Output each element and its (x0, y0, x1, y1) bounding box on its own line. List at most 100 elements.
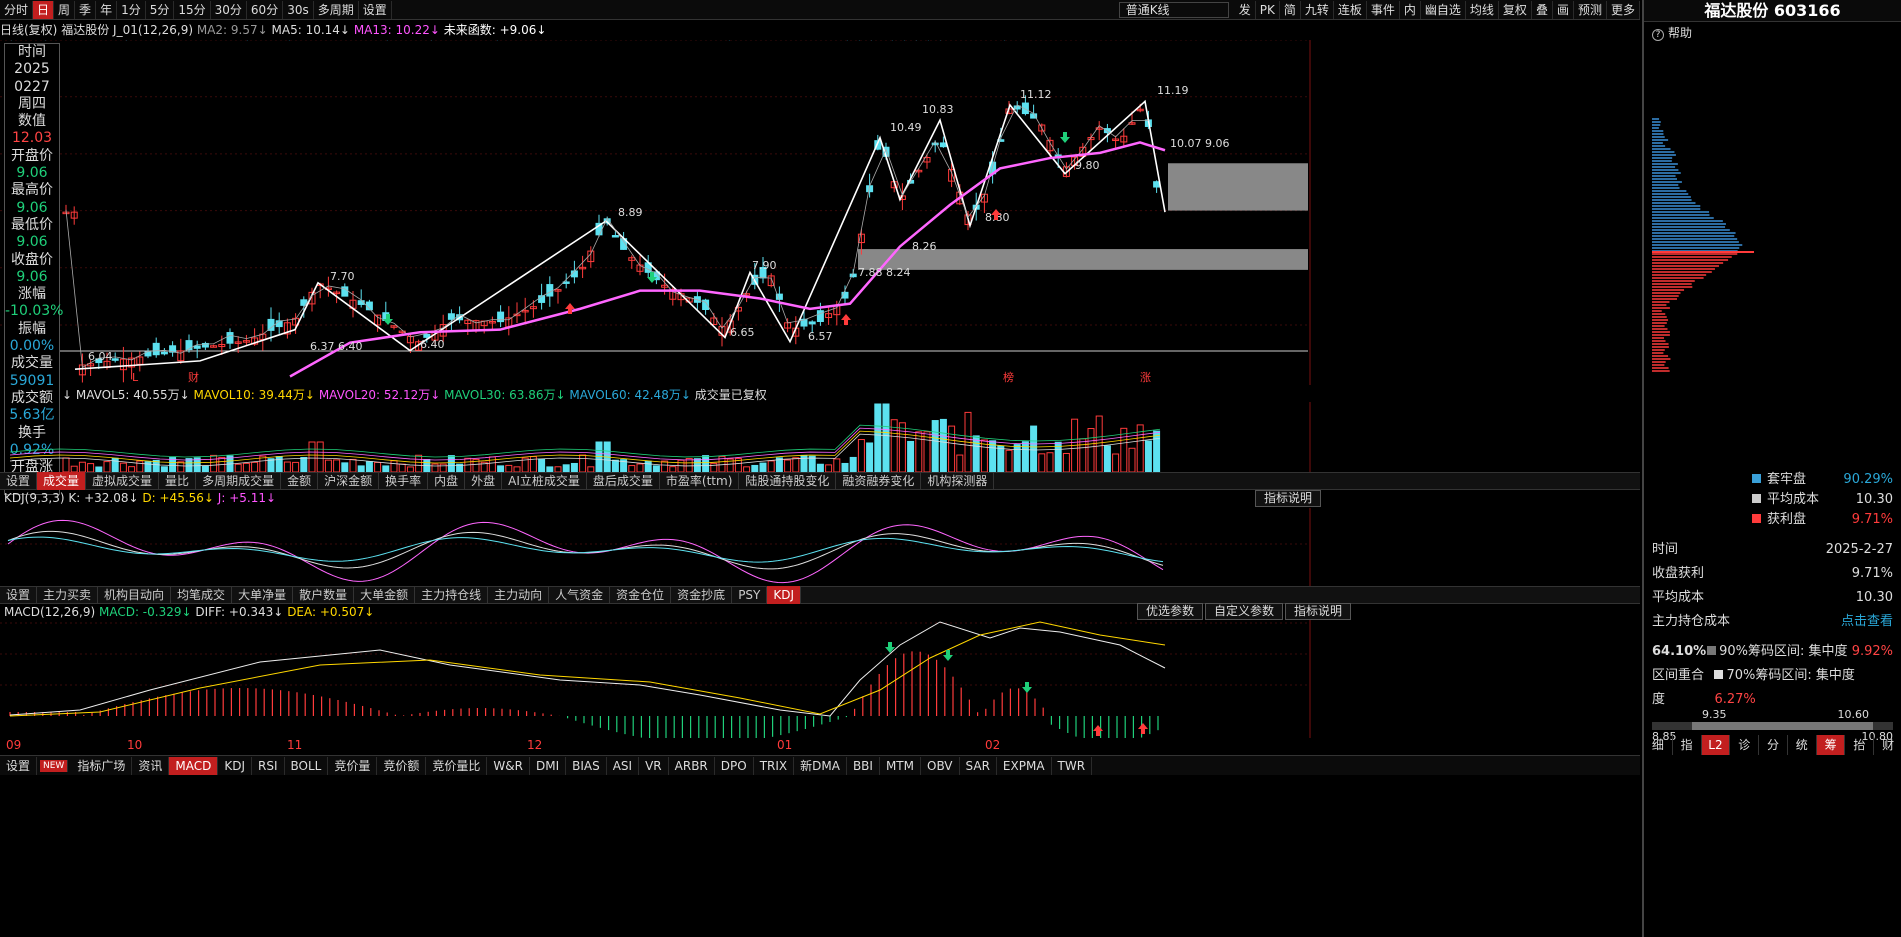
period-tab-6[interactable]: 5分 (146, 0, 175, 19)
period-tab-7[interactable]: 15分 (174, 0, 211, 19)
vol_tabs-13[interactable]: 陆股通持股变化 (739, 472, 837, 490)
bottom-tab-8[interactable]: 竞价量 (328, 756, 378, 775)
period-tab-0[interactable]: 分时 (0, 0, 34, 19)
bottom-tab-18[interactable]: TRIX (754, 756, 795, 775)
macd-button-1[interactable]: 自定义参数 (1205, 603, 1284, 620)
kline-type-select[interactable]: 普通K线 (1118, 2, 1229, 18)
sidebar-tab-1[interactable]: 指 (1673, 735, 1702, 755)
kdj_tabs-12[interactable]: PSY (732, 586, 768, 604)
toolbar-right-item-4[interactable]: 连板 (1334, 1, 1367, 19)
kdj_tabs-7[interactable]: 主力持仓线 (415, 586, 489, 604)
toolbar-right-item-6[interactable]: 内 (1400, 1, 1421, 19)
toolbar-right-item-2[interactable]: 简 (1280, 1, 1301, 19)
toolbar-right-item-11[interactable]: 画 (1553, 1, 1574, 19)
period-tab-1[interactable]: 日 (33, 0, 55, 19)
kdj_tabs-6[interactable]: 大单金额 (354, 586, 416, 604)
chip-stat-value-3[interactable]: 点击查看 (1841, 610, 1893, 634)
kdj_tabs-10[interactable]: 资金仓位 (610, 586, 672, 604)
vol_tabs-14[interactable]: 融资融券变化 (836, 472, 922, 490)
vol_tabs-8[interactable]: 内盘 (428, 472, 466, 490)
bottom-tab-6[interactable]: RSI (252, 756, 285, 775)
kdj_tabs-2[interactable]: 机构目动向 (98, 586, 172, 604)
period-tab-2[interactable]: 周 (54, 0, 76, 19)
vol_tabs-4[interactable]: 多周期成交量 (196, 472, 282, 490)
bottom-tab-13[interactable]: BIAS (566, 756, 607, 775)
toolbar-right-item-8[interactable]: 均线 (1466, 1, 1499, 19)
kdj_tabs-13[interactable]: KDJ (767, 586, 802, 604)
bottom-tab-10[interactable]: 竞价量比 (426, 756, 488, 775)
sidebar-tab-5[interactable]: 统 (1788, 735, 1817, 755)
period-tab-5[interactable]: 1分 (117, 0, 146, 19)
period-tab-12[interactable]: 设置 (359, 0, 392, 19)
bottom-tab-9[interactable]: 竞价额 (377, 756, 427, 775)
toolbar-right-item-5[interactable]: 事件 (1367, 1, 1400, 19)
period-tab-4[interactable]: 年 (96, 0, 118, 19)
vol_tabs-9[interactable]: 外盘 (465, 472, 503, 490)
kdj_tabs-1[interactable]: 主力买卖 (37, 586, 99, 604)
macd-button-0[interactable]: 优选参数 (1137, 603, 1204, 620)
toolbar-right-item-9[interactable]: 复权 (1499, 1, 1532, 19)
toolbar-right-item-0[interactable]: 发 (1235, 1, 1256, 19)
kdj_tabs-8[interactable]: 主力动向 (488, 586, 550, 604)
vol_tabs-2[interactable]: 虚拟成交量 (86, 472, 160, 490)
sidebar-tab-2[interactable]: L2 (1701, 735, 1731, 755)
bottom-tab-7[interactable]: BOLL (285, 756, 329, 775)
vol_tabs-15[interactable]: 机构探测器 (921, 472, 995, 490)
macd-chart[interactable] (0, 620, 1585, 738)
kdj_tabs-11[interactable]: 资金抄底 (671, 586, 733, 604)
kdj_tabs-3[interactable]: 均笔成交 (171, 586, 233, 604)
bottom-tab-24[interactable]: EXPMA (997, 756, 1052, 775)
bottom-tab-11[interactable]: W&R (487, 756, 530, 775)
bottom-tab-19[interactable]: 新DMA (794, 756, 847, 775)
vol_tabs-3[interactable]: 量比 (159, 472, 197, 490)
period-tab-10[interactable]: 30s (283, 0, 314, 19)
vol_tabs-10[interactable]: AI立桩成交量 (502, 472, 587, 490)
vol_tabs-6[interactable]: 沪深金额 (318, 472, 380, 490)
bottom-tab-4[interactable]: MACD (169, 756, 219, 775)
bottom-tab-12[interactable]: DMI (530, 756, 567, 775)
bottom-tab-14[interactable]: ASI (607, 756, 640, 775)
kdj_tabs-9[interactable]: 人气资金 (549, 586, 611, 604)
bottom-tab-3[interactable]: 资讯 (132, 756, 170, 775)
help-link[interactable]: ? 帮助 (1644, 22, 1901, 44)
vol_tabs-7[interactable]: 换手率 (379, 472, 429, 490)
bottom-tab-25[interactable]: TWR (1052, 756, 1093, 775)
chip-stat-row-3[interactable]: 主力持仓成本 点击查看 (1644, 610, 1901, 634)
sidebar-tab-7[interactable]: 抬 (1845, 735, 1875, 755)
period-tab-9[interactable]: 60分 (247, 0, 284, 19)
kdj_tabs-4[interactable]: 大单净量 (232, 586, 294, 604)
vol_tabs-5[interactable]: 金额 (281, 472, 319, 490)
period-tab-11[interactable]: 多周期 (314, 0, 359, 19)
bottom-tab-0[interactable]: 设置 (0, 756, 38, 775)
bottom-tab-1[interactable]: NEW (40, 759, 69, 772)
bottom-tab-15[interactable]: VR (639, 756, 669, 775)
bottom-tab-22[interactable]: OBV (921, 756, 960, 775)
volume-chart[interactable] (0, 402, 1585, 472)
toolbar-right-item-10[interactable]: 叠 (1532, 1, 1553, 19)
sidebar-tab-0[interactable]: 细 (1644, 735, 1673, 755)
chip-distribution-chart[interactable] (1644, 44, 1899, 464)
bottom-tab-17[interactable]: DPO (715, 756, 754, 775)
bottom-tab-23[interactable]: SAR (960, 756, 997, 775)
candlestick-chart[interactable]: 6.04 7.70 6.37 6.40 6.40 8.89 6.65 7.90 6.57 7.8… (0, 40, 1640, 385)
bottom-tab-5[interactable]: KDJ (218, 756, 253, 775)
sidebar-tab-6[interactable]: 筹 (1816, 735, 1846, 755)
bottom-tab-21[interactable]: MTM (880, 756, 921, 775)
kdj_tabs-5[interactable]: 散户数量 (293, 586, 355, 604)
period-tab-3[interactable]: 季 (75, 0, 97, 19)
bottom-tab-16[interactable]: ARBR (669, 756, 715, 775)
period-tab-8[interactable]: 30分 (211, 0, 247, 19)
toolbar-right-item-1[interactable]: PK (1256, 1, 1280, 19)
sidebar-tab-8[interactable]: 财 (1874, 735, 1901, 755)
vol_tabs-1[interactable]: 成交量 (37, 472, 87, 490)
kdj_tabs-0[interactable]: 设置 (0, 586, 38, 604)
bottom-tab-20[interactable]: BBI (847, 756, 880, 775)
vol_tabs-11[interactable]: 盘后成交量 (587, 472, 660, 490)
bottom-tab-2[interactable]: 指标广场 (71, 756, 133, 775)
kdj-chart[interactable] (0, 508, 1585, 586)
macd-button-2[interactable]: 指标说明 (1285, 603, 1352, 620)
vol_tabs-0[interactable]: 设置 (0, 472, 38, 490)
kdj-help-button[interactable]: 指标说明 (1255, 490, 1322, 507)
toolbar-right-item-7[interactable]: 幽自选 (1421, 1, 1466, 19)
sidebar-tab-3[interactable]: 诊 (1730, 735, 1760, 755)
